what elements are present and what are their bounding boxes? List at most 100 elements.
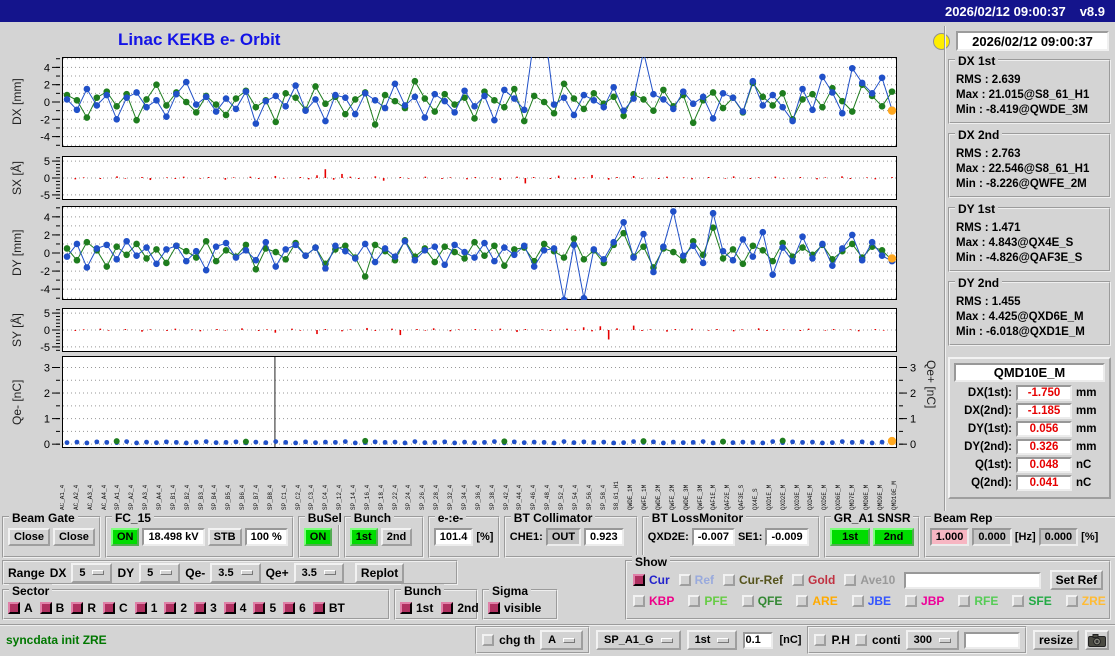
extra-input[interactable] [963,631,1020,649]
checkbox-icon[interactable] [851,595,864,607]
sector-checkbox-b[interactable]: B [39,601,64,615]
checkbox-icon[interactable] [905,595,918,607]
checkbox-icon[interactable] [633,574,645,586]
show-cur-checkbox[interactable]: Cur [633,573,670,587]
sector-checkbox-bt[interactable]: BT [312,601,345,615]
fc15-stb-button[interactable]: STB [207,528,242,546]
monitor-row: DY(1st): 0.056 mm [967,421,1097,437]
checkbox-icon[interactable] [1012,595,1025,607]
checkbox-icon[interactable] [688,595,701,607]
show-ref-checkbox[interactable]: Ref [678,573,714,587]
checkbox-icon[interactable] [400,602,412,614]
checkbox-icon[interactable] [488,602,500,614]
bunch-2nd-checkbox[interactable]: 2nd [441,601,479,615]
show-jbe-checkbox[interactable]: JBE [851,594,891,608]
stat-max: Max : 21.015@S8_61_H1 [956,89,1090,101]
show-qfe-checkbox[interactable]: QFE [741,594,782,608]
show-are-checkbox[interactable]: ARE [796,594,838,608]
sigma-visible-checkbox[interactable]: visible [488,601,541,615]
sector-checkbox-r[interactable]: R [71,601,96,615]
gr-a1-2nd-button[interactable]: 2nd [873,528,914,546]
fc15-on-button[interactable]: ON [110,528,140,546]
range-qem-dropdown[interactable]: 3.5 [210,562,261,583]
sector-checkbox-3[interactable]: 3 [194,601,217,615]
checkbox-icon[interactable] [958,595,971,607]
points-dropdown[interactable]: 300 [905,630,959,650]
show-sfe-checkbox[interactable]: SFE [1012,594,1052,608]
set-ref-button[interactable]: Set Ref [1049,570,1103,590]
checkbox-icon[interactable] [312,602,325,614]
sector-checkbox-c[interactable]: C [103,601,128,615]
option-menu-icon [160,570,173,575]
threshold-input[interactable] [743,631,774,649]
stat-box-dx2: DX 2nd RMS : 2.763 Max : 22.546@S8_61_H1… [948,128,1111,198]
checkbox-icon[interactable] [103,602,116,614]
sector-checkbox-1[interactable]: 1 [134,601,157,615]
checkbox-icon[interactable] [71,602,84,614]
chg-th-dropdown[interactable]: A [540,630,584,650]
bunch-2nd-button[interactable]: 2nd [380,528,413,546]
replot-button[interactable]: Replot [354,562,405,583]
checkbox-icon[interactable] [8,602,20,614]
camera-icon [1088,633,1106,647]
xaxis-label-band: AC_A1_4 AC_A2_4 AC_A3_4 AC_A4_4 SP_A1_4 SP_A2… [60,481,898,510]
range-dx-dropdown[interactable]: 5 [71,562,113,583]
show-ave10-checkbox[interactable]: Ave10 [844,573,895,587]
checkbox-icon[interactable] [844,574,857,586]
chg-th-checkbox[interactable] [482,634,495,646]
ph-label: P.H [831,633,850,647]
checkbox-icon[interactable] [283,602,296,614]
show-rfe-checkbox[interactable]: RFE [958,594,998,608]
checkbox-icon[interactable] [678,574,691,586]
svg-text:2: 2 [44,80,50,92]
beam-gate-close-2-button[interactable]: Close [52,528,95,546]
stat-min: Min : -4.826@QAF3E_S [956,252,1083,264]
snapshot-button[interactable] [1085,630,1109,650]
checkbox-icon[interactable] [796,595,809,607]
gr-a1-1st-button[interactable]: 1st [829,528,871,546]
checkbox-icon[interactable] [39,602,52,614]
checkbox-icon[interactable] [633,595,645,607]
show-zre-checkbox[interactable]: ZRE [1065,594,1106,608]
range-qep-dropdown[interactable]: 3.5 [293,562,344,583]
ref-name-input[interactable] [904,571,1041,589]
beam-rep-group: Beam Rep 1.000 0.000 [Hz] 0.000 [%] [923,511,1115,558]
show-cur-ref-checkbox[interactable]: Cur-Ref [723,573,783,587]
beam-gate-close-1-button[interactable]: Close [8,528,50,546]
sector-checkbox-6[interactable]: 6 [283,601,306,615]
checkbox-icon[interactable] [723,574,736,586]
svg-text:-5: -5 [40,342,50,354]
bunch-select-dropdown[interactable]: 1st [686,630,738,650]
show-pfe-checkbox[interactable]: PFE [688,594,728,608]
divider [944,26,947,512]
beam-gate-group: Beam Gate Close Close [2,511,101,558]
sector-checkbox-5[interactable]: 5 [253,601,276,615]
checkbox-icon[interactable] [441,602,454,614]
show-kbp-checkbox[interactable]: KBP [633,594,674,608]
sp-select-dropdown[interactable]: SP_A1_G [596,630,681,650]
sector-checkbox-2[interactable]: 2 [164,601,187,615]
ee-ratio-unit: [%] [476,531,494,543]
ph-checkbox[interactable] [814,634,827,646]
show-gold-checkbox[interactable]: Gold [792,573,835,587]
show-jbp-checkbox[interactable]: JBP [905,594,944,608]
option-menu-icon [92,570,105,575]
busel-on-button[interactable]: ON [303,528,333,546]
checkbox-icon[interactable] [253,602,266,614]
bunch-1st-button[interactable]: 1st [349,528,378,546]
sector-checkbox-4[interactable]: 4 [223,601,246,615]
checkbox-icon[interactable] [223,602,236,614]
conti-checkbox[interactable] [854,634,867,646]
checkbox-icon[interactable] [1065,595,1078,607]
checkbox-icon[interactable] [741,595,754,607]
sector-checkbox-a[interactable]: A [8,601,33,615]
checkbox-icon[interactable] [194,602,207,614]
range-dy-dropdown[interactable]: 5 [139,562,181,583]
beam-rep-hz-unit: [Hz] [1014,531,1036,543]
checkbox-icon[interactable] [164,602,177,614]
resize-button[interactable]: resize [1032,630,1079,650]
checkbox-icon[interactable] [134,602,147,614]
bunch-1st-checkbox[interactable]: 1st [400,601,433,615]
checkbox-icon[interactable] [792,574,805,586]
sector-group: Sector A B R C 1 2 3 4 5 6 BT [2,584,390,620]
